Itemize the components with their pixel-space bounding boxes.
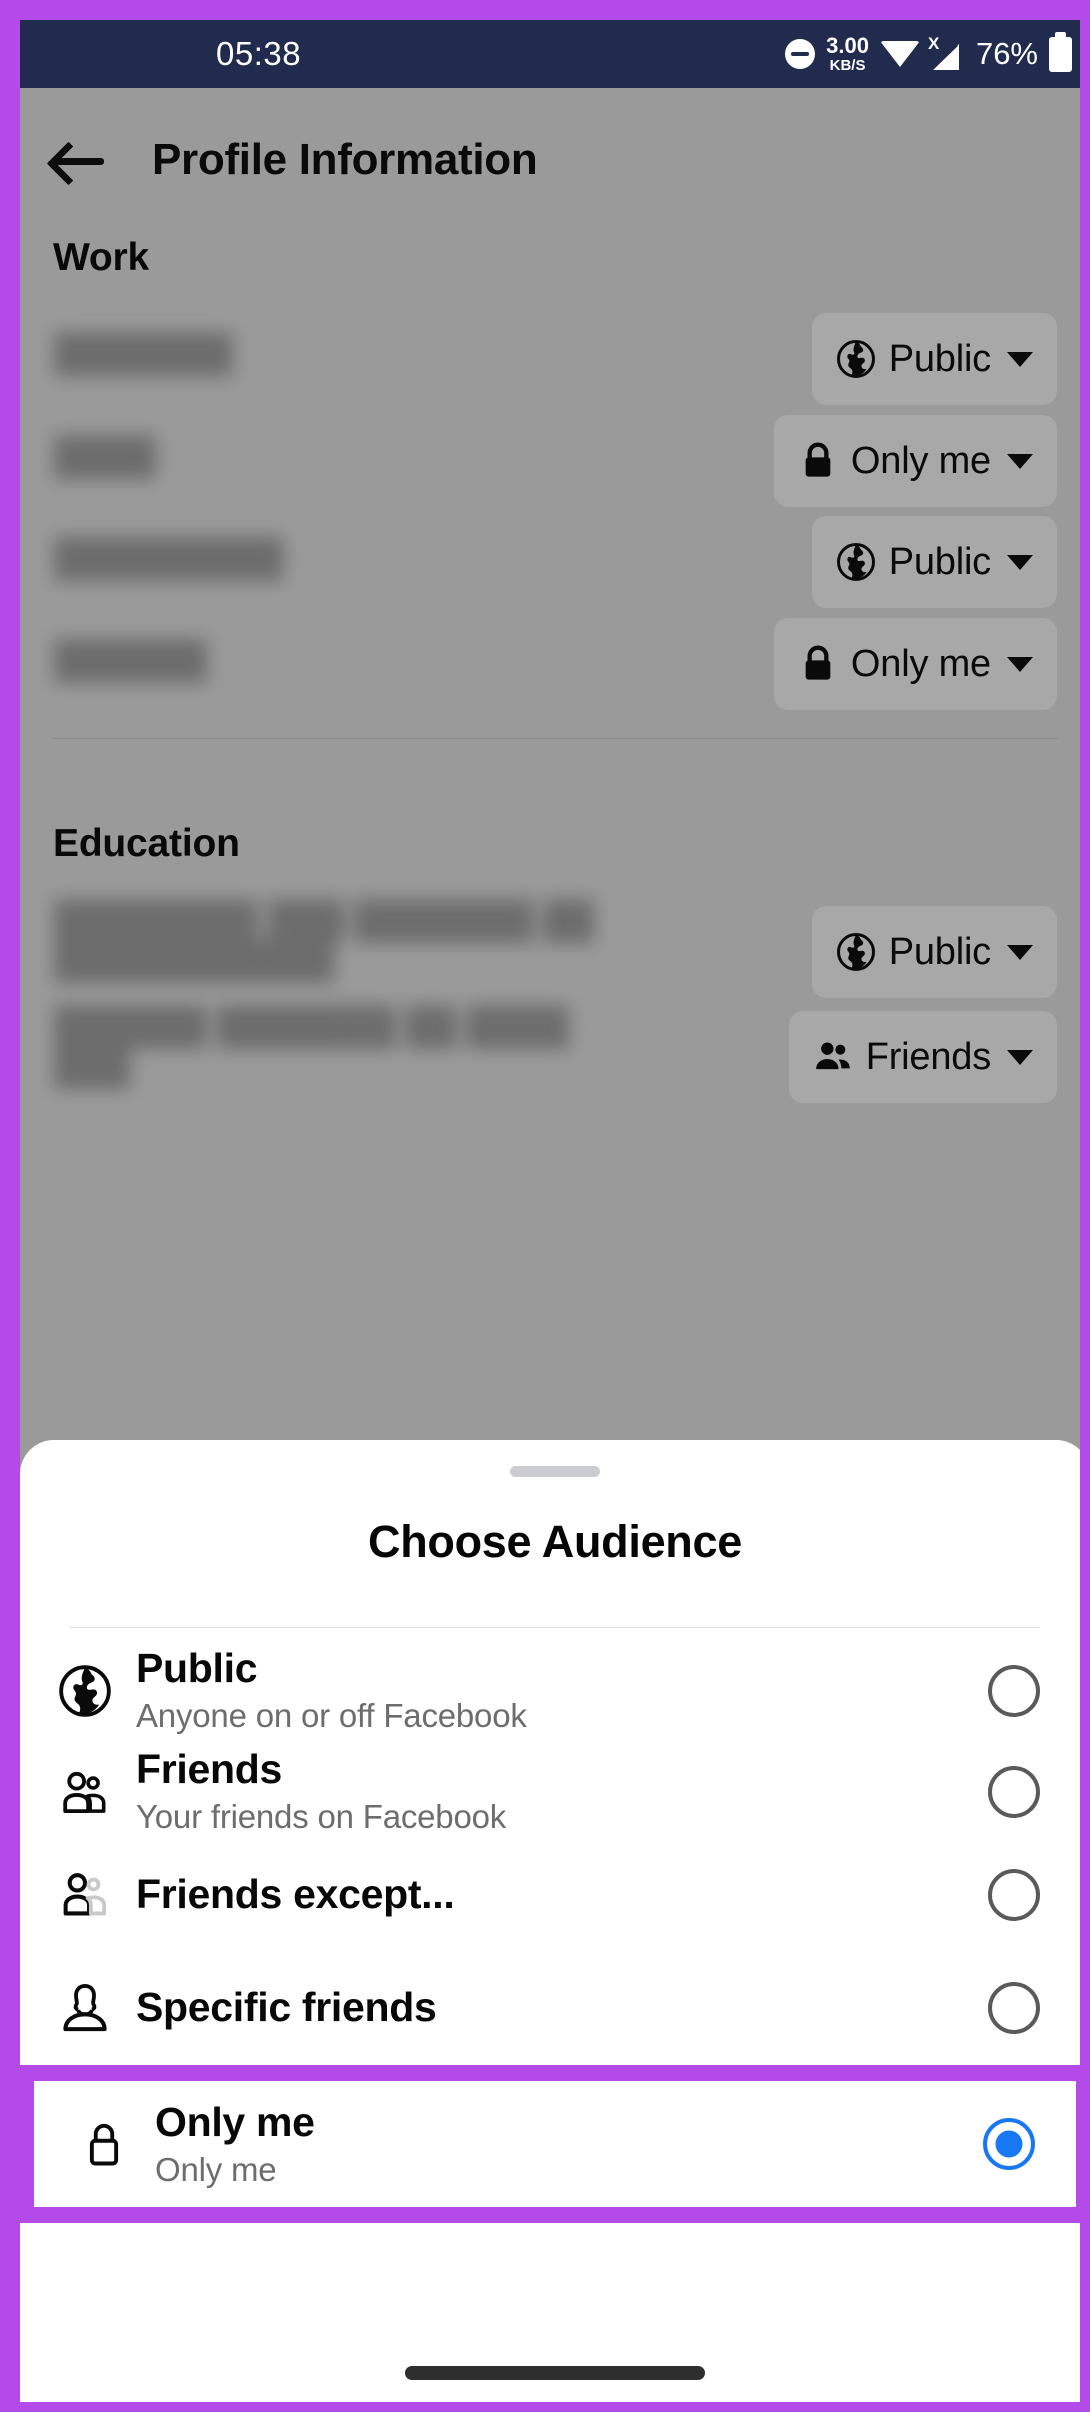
audience-option-only-me[interactable]: Only me Only me (39, 2086, 1071, 2202)
audience-option-friends[interactable]: Friends Your friends on Facebook (20, 1746, 1080, 1837)
phone-screen: 05:38 3.00 KB/S X 76% Profile Informatio… (20, 20, 1080, 2402)
radio-button-public[interactable] (988, 1664, 1040, 1717)
globe-icon (836, 542, 876, 582)
field-label-redacted: ████████ ███ ███████ ██ ███████████ (54, 899, 595, 981)
phone-frame-highlight: 05:38 3.00 KB/S X 76% Profile Informatio… (0, 0, 1090, 2412)
friends-icon (54, 1765, 116, 1819)
privacy-button-education-1[interactable]: Friends (788, 1011, 1057, 1103)
lock-icon (798, 441, 838, 481)
profile-information-page: Profile Information Work ███████ Public … (20, 88, 1080, 1440)
radio-button-only-me-selected[interactable] (983, 2118, 1035, 2170)
privacy-button-work-2[interactable]: Public (811, 516, 1057, 608)
option-title: Only me (155, 2098, 315, 2145)
section-divider (53, 738, 1058, 739)
option-title: Friends (136, 1746, 282, 1793)
radio-button-specific-friends[interactable] (988, 1981, 1040, 2034)
chevron-down-icon (1007, 944, 1033, 960)
wifi-icon (879, 41, 920, 67)
chevron-down-icon (1007, 554, 1033, 570)
option-subtitle: Only me (155, 2150, 277, 2188)
privacy-button-label: Public (888, 930, 992, 973)
field-label-redacted: ████ (54, 435, 157, 476)
audience-options-list: Public Anyone on or off Facebook Friends… (20, 1645, 1080, 2223)
status-bar: 05:38 3.00 KB/S X 76% (20, 20, 1080, 88)
globe-icon (836, 339, 876, 379)
audience-option-specific-friends[interactable]: Specific friends (20, 1962, 1080, 2053)
privacy-button-label: Friends (865, 1035, 992, 1078)
chevron-down-icon (1007, 1049, 1033, 1065)
option-title: Specific friends (136, 1983, 437, 2030)
app-header: Profile Information (20, 110, 1080, 210)
option-text: Friends Your friends on Facebook (136, 1748, 988, 1835)
battery-percent-label: 76% (975, 36, 1038, 71)
option-title: Friends except... (136, 1870, 455, 1917)
network-speed-indicator: 3.00 KB/S (826, 33, 869, 74)
chevron-down-icon (1007, 656, 1033, 672)
drag-handle[interactable] (510, 1466, 600, 1477)
field-label-redacted: ██████ ███████ ██ ████ ███ (54, 1005, 569, 1087)
privacy-button-label: Only me (850, 439, 991, 482)
privacy-button-label: Only me (850, 642, 991, 685)
privacy-button-label: Public (888, 337, 992, 380)
privacy-button-label: Public (888, 540, 992, 583)
battery-icon (1049, 31, 1072, 72)
section-heading-education: Education (53, 822, 240, 865)
chevron-down-icon (1007, 453, 1033, 469)
system-navigation-bar (20, 2334, 1080, 2402)
radio-button-friends[interactable] (988, 1765, 1040, 1818)
field-label-redacted: ██████ (54, 639, 208, 680)
status-bar-icons: 3.00 KB/S X 76% (785, 31, 1072, 74)
option-text: Only me Only me (155, 2098, 983, 2188)
option-text: Specific friends (136, 1983, 988, 2030)
sheet-divider (70, 1627, 1040, 1628)
privacy-button-work-1[interactable]: Only me (773, 415, 1057, 507)
chevron-down-icon (1007, 351, 1033, 367)
option-subtitle: Your friends on Facebook (136, 1798, 507, 1836)
friends-except-icon (54, 1868, 116, 1922)
option-text: Public Anyone on or off Facebook (136, 1647, 988, 1734)
sheet-title: Choose Audience (368, 1516, 742, 1567)
option-text: Friends except... (136, 1870, 988, 1917)
lock-icon (798, 644, 838, 684)
home-gesture-pill[interactable] (405, 2366, 705, 2380)
audience-option-public[interactable]: Public Anyone on or off Facebook (20, 1645, 1080, 1736)
highlight-inner-border: Only me Only me (34, 2081, 1076, 2207)
status-bar-clock: 05:38 (216, 35, 302, 72)
network-speed-value: 3.00 (826, 33, 869, 58)
do-not-disturb-icon (785, 39, 816, 69)
globe-icon (836, 932, 876, 972)
page-title: Profile Information (152, 135, 538, 184)
section-heading-work: Work (53, 236, 149, 279)
privacy-button-work-3[interactable]: Only me (773, 618, 1057, 710)
lock-icon (73, 2116, 135, 2172)
network-speed-unit: KB/S (829, 57, 866, 74)
radio-button-friends-except[interactable] (988, 1868, 1040, 1921)
field-label-redacted: ███████ (54, 332, 233, 373)
privacy-button-work-0[interactable]: Public (811, 313, 1057, 405)
globe-icon (54, 1664, 116, 1718)
selected-option-highlight: Only me Only me (20, 2065, 1080, 2223)
person-icon (54, 1980, 116, 2036)
choose-audience-bottom-sheet: Choose Audience Public Anyone on or off … (20, 1440, 1080, 2402)
option-subtitle: Anyone on or off Facebook (136, 1697, 527, 1735)
option-title: Public (136, 1645, 258, 1692)
back-arrow-icon[interactable] (52, 138, 108, 182)
mobile-signal-no-service-icon: X (928, 34, 965, 71)
friends-icon (813, 1037, 853, 1077)
audience-option-friends-except[interactable]: Friends except... (20, 1849, 1080, 1940)
field-label-redacted: █████████ (54, 537, 284, 578)
privacy-button-education-0[interactable]: Public (811, 906, 1057, 998)
